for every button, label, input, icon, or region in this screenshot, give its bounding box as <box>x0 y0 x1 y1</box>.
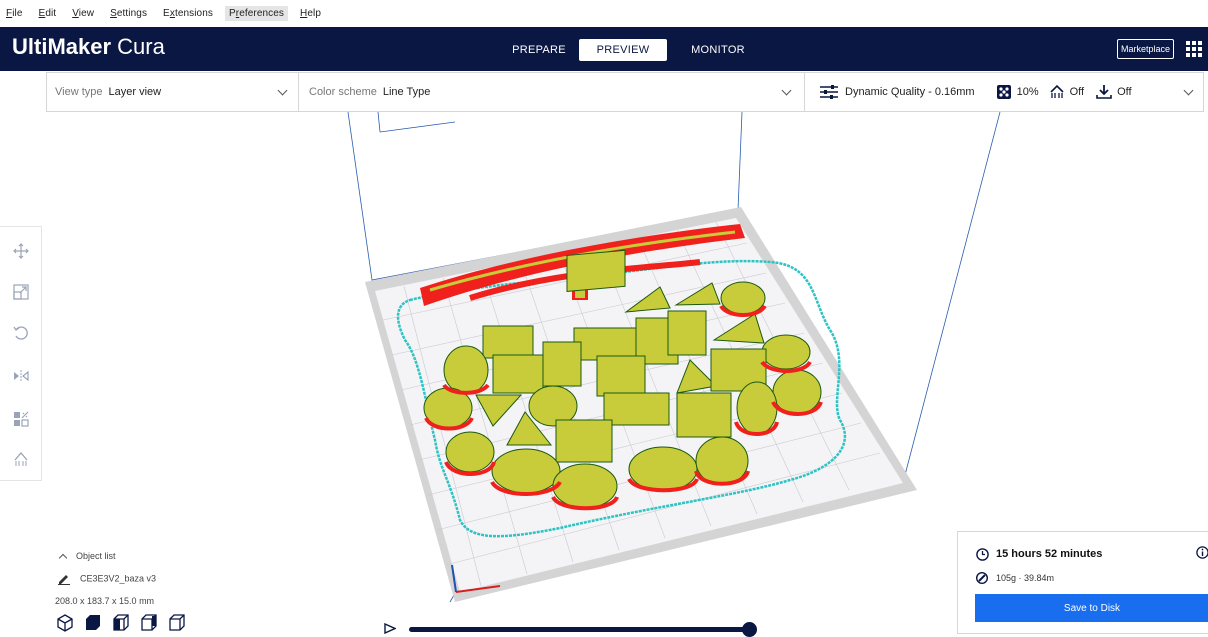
menu-extensions[interactable]: Extensions <box>163 8 213 19</box>
adhesion-icon <box>1096 84 1112 99</box>
object-dimensions: 208.0 x 183.7 x 15.0 mm <box>55 596 155 606</box>
chevron-down-icon[interactable] <box>1183 85 1194 96</box>
play-icon[interactable] <box>384 623 396 634</box>
menu-edit[interactable]: Edit <box>39 8 57 19</box>
tab-monitor[interactable]: MONITOR <box>680 39 756 61</box>
menu-help[interactable]: Help <box>300 8 321 19</box>
apps-grid-icon[interactable] <box>1186 41 1202 57</box>
scale-icon[interactable] <box>13 284 29 300</box>
3d-view-icon[interactable] <box>56 614 74 632</box>
support-value: Off <box>1069 86 1085 98</box>
profile-name: Dynamic Quality - 0.16mm <box>845 86 975 98</box>
info-icon[interactable] <box>1196 546 1208 559</box>
menu-view[interactable]: View <box>72 8 94 19</box>
left-view-icon[interactable] <box>140 614 158 632</box>
per-model-settings-icon[interactable] <box>13 411 29 427</box>
tab-prepare[interactable]: PREPARE <box>506 39 572 61</box>
settings-sliders-icon <box>820 85 838 99</box>
view-settings-toolbar: View type Layer view Color scheme Line T… <box>46 72 1204 112</box>
object-list-toggle[interactable]: Object list <box>58 551 116 563</box>
pencil-icon <box>58 575 70 585</box>
chevron-down-icon <box>277 85 288 96</box>
app-logo: UltiMaker Cura <box>12 34 165 59</box>
material-usage: 105g · 39.84m <box>996 573 1055 583</box>
rotate-icon[interactable] <box>13 325 29 341</box>
save-to-disk-button[interactable]: Save to Disk <box>975 594 1208 622</box>
menu-preferences[interactable]: Preferences <box>224 6 289 21</box>
print-time: 15 hours 52 minutes <box>996 548 1103 560</box>
print-settings-selector[interactable]: Dynamic Quality - 0.16mm 10% Off Off <box>805 73 1203 111</box>
color-scheme-dropdown[interactable]: Color scheme Line Type <box>299 73 805 111</box>
menu-bar: File Edit View Settings Extensions Prefe… <box>0 0 1208 27</box>
object-name-row[interactable]: CE3E3V2_baza v3 <box>58 573 156 585</box>
layer-slider-handle[interactable] <box>742 622 757 637</box>
menu-settings[interactable]: Settings <box>110 8 147 19</box>
chevron-up-icon <box>58 553 68 563</box>
tab-preview[interactable]: PREVIEW <box>579 39 667 61</box>
clock-icon <box>976 548 989 561</box>
print-info-panel: 15 hours 52 minutes 105g · 39.84m Save t… <box>957 531 1208 634</box>
move-icon[interactable] <box>13 243 29 259</box>
mirror-icon[interactable] <box>13 368 29 384</box>
infill-icon <box>996 85 1011 99</box>
marketplace-button[interactable]: Marketplace <box>1117 39 1174 59</box>
spool-icon <box>976 572 988 584</box>
support-icon <box>1050 85 1064 98</box>
support-blocker-icon[interactable] <box>13 451 29 467</box>
front-view-icon[interactable] <box>84 614 102 632</box>
infill-value: 10% <box>1016 86 1039 98</box>
menu-file[interactable]: File <box>6 8 23 19</box>
camera-view-buttons <box>56 614 186 632</box>
right-view-icon[interactable] <box>168 614 186 632</box>
app-header: UltiMaker Cura PREPARE PREVIEW MONITOR M… <box>0 27 1208 71</box>
top-view-icon[interactable] <box>112 614 130 632</box>
chevron-down-icon <box>781 85 792 96</box>
layer-slider-track[interactable] <box>409 627 752 632</box>
view-type-dropdown[interactable]: View type Layer view <box>47 73 299 111</box>
adhesion-value: Off <box>1117 86 1132 98</box>
tool-panel <box>0 226 42 481</box>
